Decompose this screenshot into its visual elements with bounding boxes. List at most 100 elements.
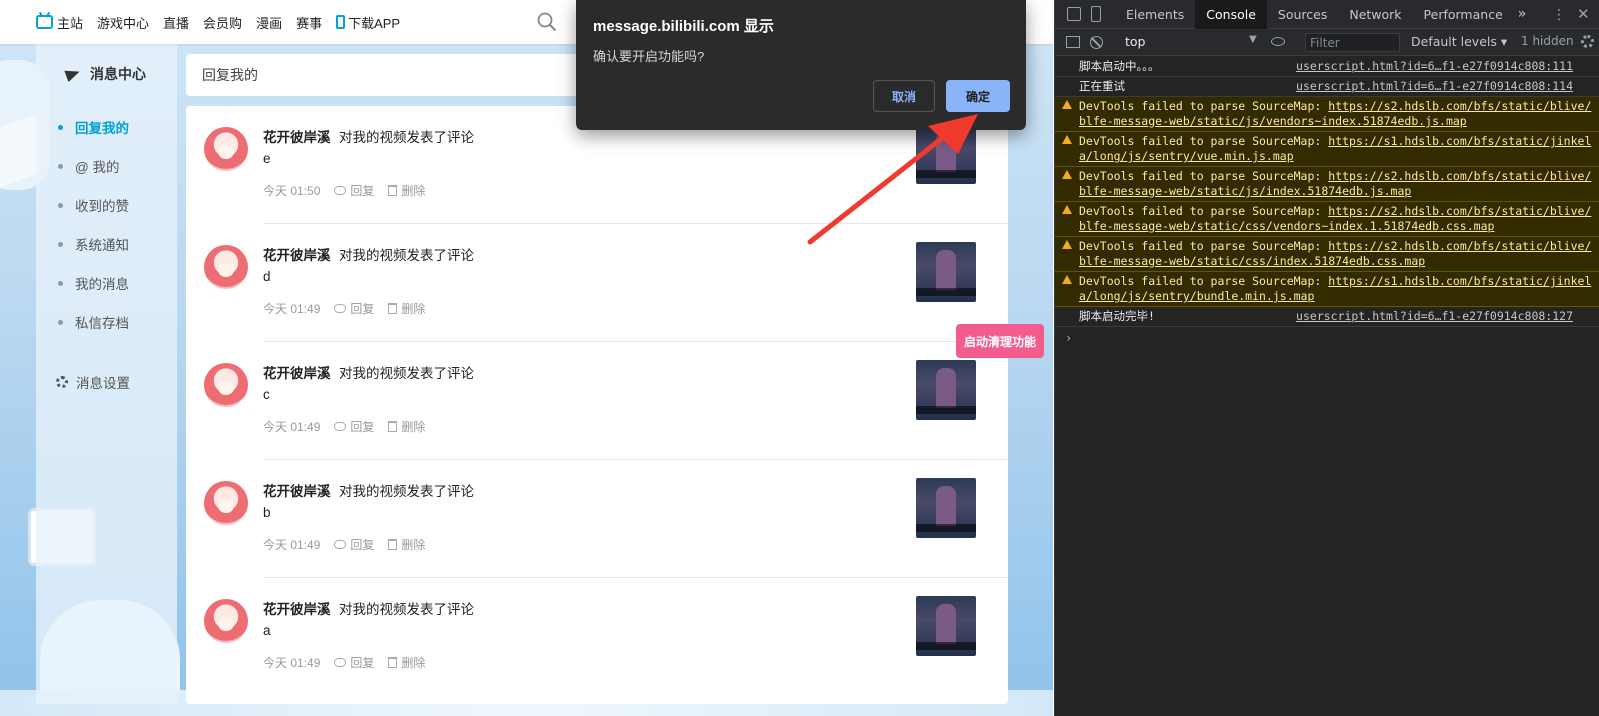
dialog-message: 确认要开启功能吗? (593, 49, 705, 64)
clear-console-icon[interactable] (1090, 35, 1103, 49)
close-icon[interactable]: ✕ (1577, 5, 1590, 23)
eye-icon[interactable] (1271, 37, 1285, 46)
nav-download-app[interactable]: 下载APP (336, 13, 400, 32)
sidebar-item-system-notices[interactable]: 系统通知 (58, 234, 129, 254)
console-warning-row: DevTools failed to parse SourceMap: http… (1055, 272, 1599, 307)
reply-time: 今天 01:49 (263, 656, 321, 670)
delete-button[interactable]: 删除 (388, 300, 425, 317)
warning-icon (1062, 100, 1072, 109)
sidebar-message-settings[interactable]: 消息设置 (56, 372, 130, 392)
device-toolbar-icon[interactable] (1091, 6, 1101, 22)
reply-button[interactable]: 回复 (334, 418, 374, 435)
reply-username[interactable]: 花开彼岸溪 (263, 126, 331, 146)
reply-username[interactable]: 花开彼岸溪 (263, 480, 331, 500)
reply-action: 对我的视频发表了评论 (339, 602, 474, 617)
sidebar-item-my-messages[interactable]: 我的消息 (58, 273, 129, 293)
console-prompt[interactable]: › (1055, 327, 1599, 345)
delete-button[interactable]: 删除 (388, 418, 425, 435)
sidebar-item-replies[interactable]: 回复我的 (58, 117, 129, 137)
reply-item: 花开彼岸溪 对我的视频发表了评论 c 今天 01:49 回复 删除 (186, 342, 1008, 460)
browser-viewport: 主站 游戏中心 直播 会员购 漫画 赛事 下载APP 消息中心 回复我的 @ 我… (0, 0, 1053, 716)
console-log-row: 正在重试 userscript.html?id=6…f1-e27f0914c808… (1055, 77, 1599, 97)
avatar[interactable] (204, 599, 248, 643)
start-cleanup-button[interactable]: 启动清理功能 (956, 324, 1044, 358)
tab-network[interactable]: Network (1338, 0, 1412, 29)
delete-button[interactable]: 删除 (388, 654, 425, 671)
reply-username[interactable]: 花开彼岸溪 (263, 362, 331, 382)
warning-icon (1062, 135, 1072, 144)
reply-button[interactable]: 回复 (334, 182, 374, 199)
delete-button[interactable]: 删除 (388, 536, 425, 553)
reply-button[interactable]: 回复 (334, 536, 374, 553)
video-thumbnail[interactable] (916, 360, 976, 420)
console-warning-row: DevTools failed to parse SourceMap: http… (1055, 132, 1599, 167)
tab-elements[interactable]: Elements (1115, 0, 1195, 29)
sidebar-item-dm-archive[interactable]: 私信存档 (58, 312, 129, 332)
nav-live[interactable]: 直播 (163, 13, 189, 32)
sidebar: 消息中心 回复我的 @ 我的 收到的赞 系统通知 我的消息 私信存档 消息设置 (36, 44, 177, 704)
video-thumbnail[interactable] (916, 478, 976, 538)
bullet-icon (58, 124, 63, 130)
avatar[interactable] (204, 127, 248, 171)
avatar[interactable] (204, 363, 248, 407)
paper-plane-icon (64, 65, 82, 83)
bullet-icon (58, 163, 63, 169)
sidebar-title: 消息中心 (64, 64, 146, 84)
comment-icon (334, 540, 347, 549)
delete-button[interactable]: 删除 (388, 182, 425, 199)
reply-action: 对我的视频发表了评论 (339, 484, 474, 499)
reply-meta: 今天 01:49 回复 删除 (263, 536, 439, 553)
sidebar-item-likes[interactable]: 收到的赞 (58, 195, 129, 215)
source-link[interactable]: userscript.html?id=6…f1-e27f0914c808:111 (1296, 59, 1573, 74)
comment-icon (334, 304, 347, 313)
log-levels-dropdown[interactable]: Default levels ▾ (1411, 34, 1507, 49)
gear-icon (56, 376, 68, 388)
video-thumbnail[interactable] (916, 596, 976, 656)
console-warning-row: DevTools failed to parse SourceMap: http… (1055, 167, 1599, 202)
ok-button[interactable]: 确定 (946, 80, 1010, 112)
nav-member-shop[interactable]: 会员购 (203, 13, 242, 32)
reply-button[interactable]: 回复 (334, 654, 374, 671)
avatar[interactable] (204, 245, 248, 289)
nav-home[interactable]: 主站 (36, 13, 83, 32)
chevron-down-icon: ▼ (1249, 34, 1257, 45)
console-warning-row: DevTools failed to parse SourceMap: http… (1055, 202, 1599, 237)
tab-sources[interactable]: Sources (1267, 0, 1338, 29)
context-selector[interactable]: top (1125, 34, 1145, 49)
reply-content: b (263, 505, 271, 520)
source-link[interactable]: userscript.html?id=6…f1-e27f0914c808:114 (1296, 79, 1573, 94)
filter-input[interactable] (1305, 33, 1400, 52)
reply-item: 花开彼岸溪 对我的视频发表了评论 b 今天 01:49 回复 删除 (186, 460, 1008, 578)
devtools-panel: Elements Console Sources Network Perform… (1054, 0, 1599, 716)
reply-username[interactable]: 花开彼岸溪 (263, 244, 331, 264)
sidebar-toggle-icon[interactable] (1066, 36, 1080, 48)
search-icon[interactable] (537, 12, 557, 32)
nav-game-center[interactable]: 游戏中心 (97, 13, 149, 32)
source-link[interactable]: userscript.html?id=6…f1-e27f0914c808:127 (1296, 309, 1573, 324)
nav-manga[interactable]: 漫画 (256, 13, 282, 32)
console-warning-row: DevTools failed to parse SourceMap: http… (1055, 97, 1599, 132)
reply-action: 对我的视频发表了评论 (339, 130, 474, 145)
reply-time: 今天 01:50 (263, 184, 321, 198)
more-tabs-button[interactable]: » (1518, 6, 1527, 22)
console-log-row: 脚本启动完毕! userscript.html?id=6…f1-e27f0914c… (1055, 307, 1599, 327)
kebab-menu-icon[interactable]: ⋮ (1552, 7, 1566, 23)
warning-icon (1062, 205, 1072, 214)
reply-content: e (263, 151, 271, 166)
phone-icon (336, 15, 346, 29)
tab-performance[interactable]: Performance (1413, 0, 1514, 29)
avatar[interactable] (204, 481, 248, 525)
sidebar-item-mentions[interactable]: @ 我的 (58, 156, 119, 176)
cancel-button[interactable]: 取消 (873, 80, 935, 112)
video-thumbnail[interactable] (916, 242, 976, 302)
warning-icon (1062, 170, 1072, 179)
reply-meta: 今天 01:49 回复 删除 (263, 418, 439, 435)
reply-content: c (263, 387, 270, 402)
reply-button[interactable]: 回复 (334, 300, 374, 317)
reply-username[interactable]: 花开彼岸溪 (263, 598, 331, 618)
inspect-element-icon[interactable] (1067, 7, 1081, 21)
reply-time: 今天 01:49 (263, 420, 321, 434)
gear-icon[interactable] (1581, 35, 1594, 48)
tab-console[interactable]: Console (1195, 0, 1267, 29)
nav-esports[interactable]: 赛事 (296, 13, 322, 32)
